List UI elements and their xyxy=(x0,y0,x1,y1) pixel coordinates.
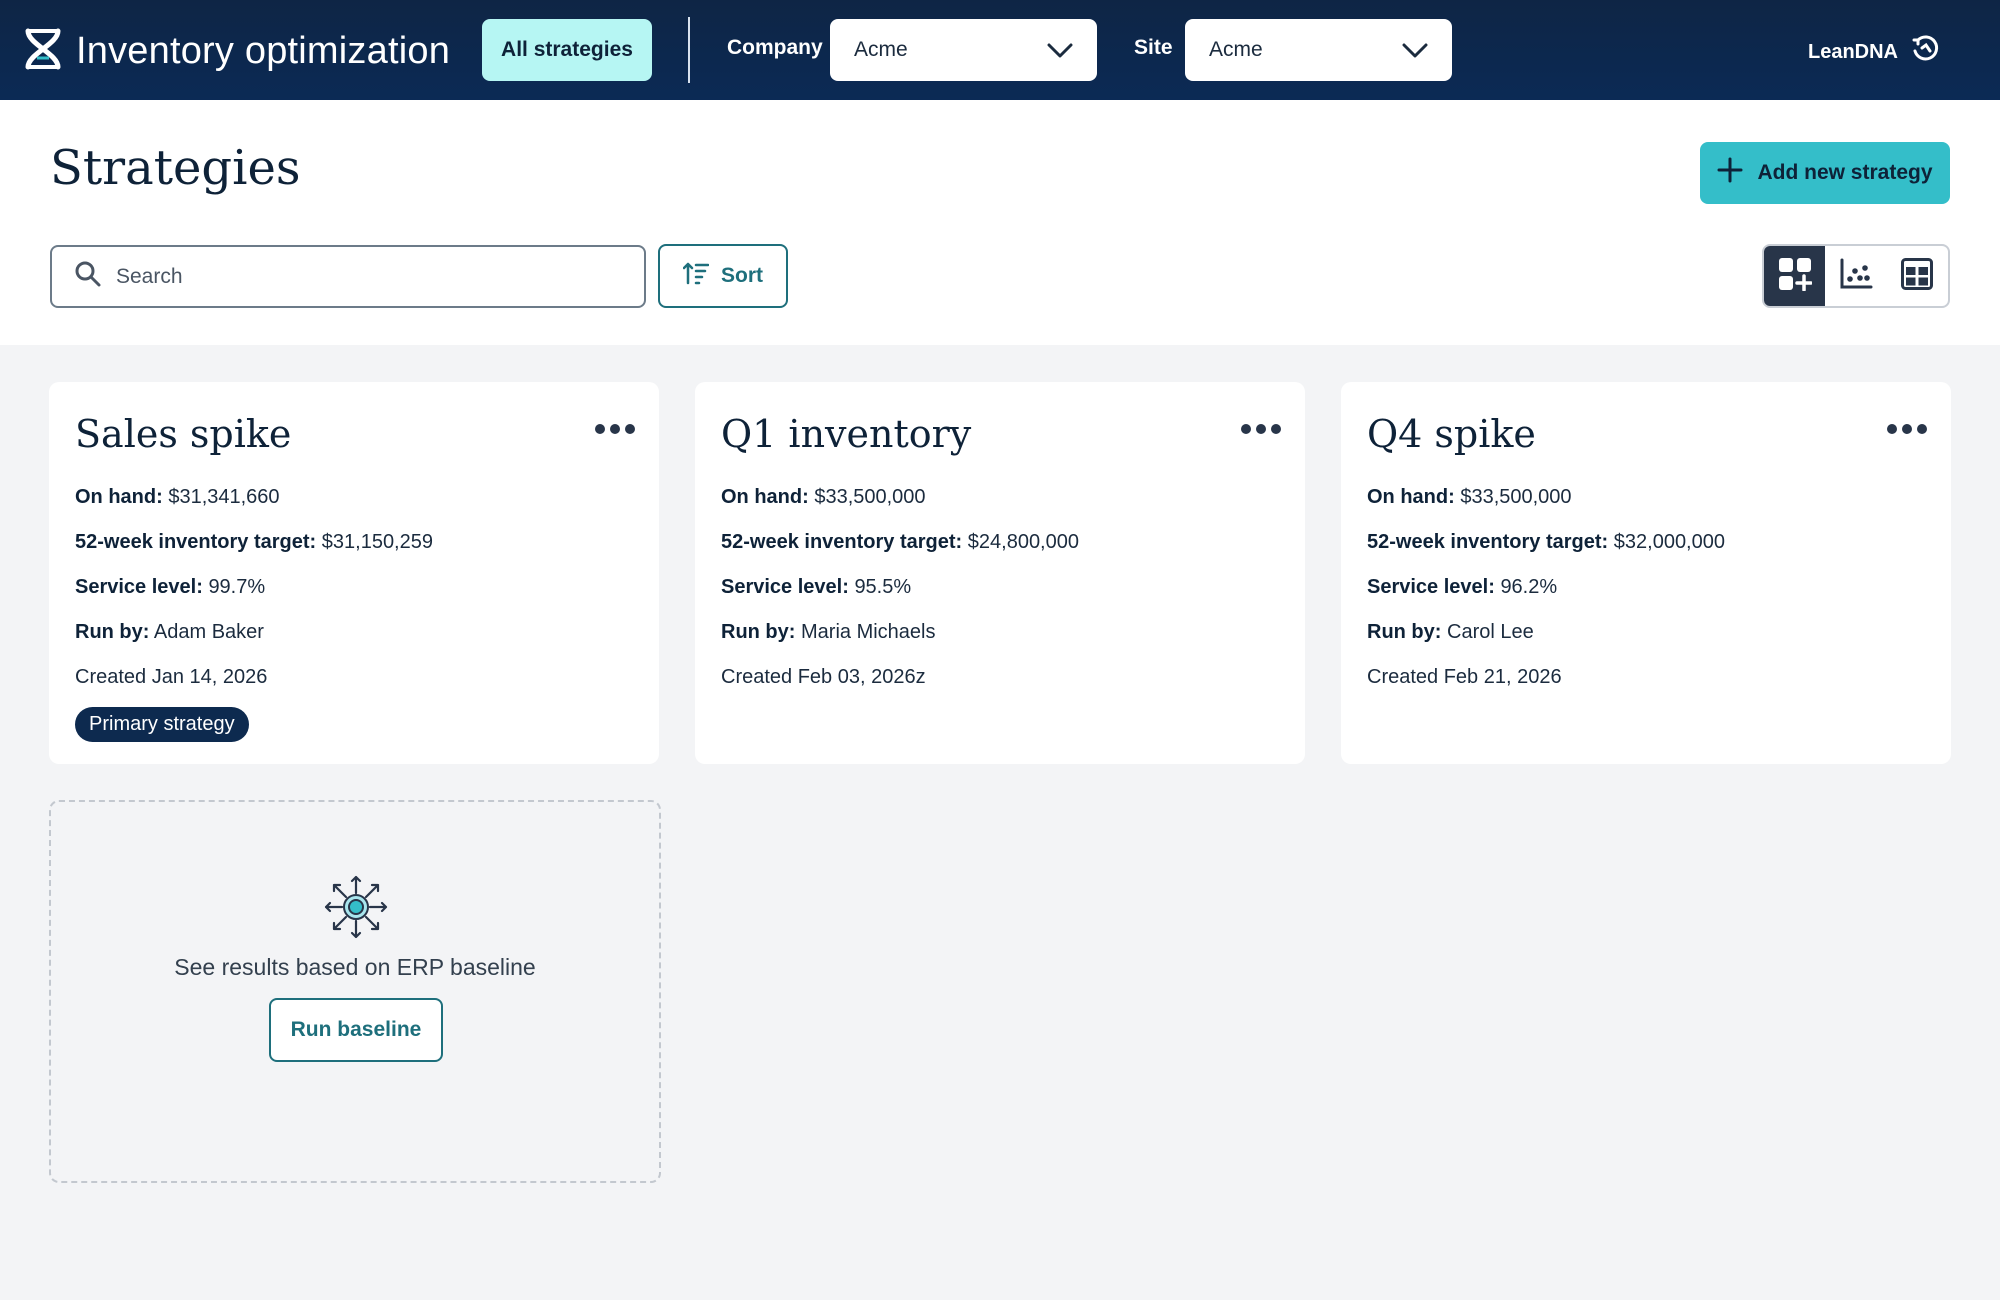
on-hand-row: On hand: $33,500,000 xyxy=(721,485,1279,509)
run-by-value: Carol Lee xyxy=(1447,621,1534,643)
sort-button[interactable]: Sort xyxy=(658,244,788,308)
tab-all-strategies[interactable]: All strategies xyxy=(482,19,652,81)
target-value: $31,150,259 xyxy=(321,531,433,553)
add-new-strategy-label: Add new strategy xyxy=(1757,161,1933,184)
run-by-row: Run by: Carol Lee xyxy=(1367,620,1925,644)
search-icon xyxy=(74,260,102,293)
page-header: Strategies Add new strategy Sort xyxy=(0,100,2000,345)
on-hand-row: On hand: $31,341,660 xyxy=(75,485,633,509)
erp-baseline-card: See results based on ERP baseline Run ba… xyxy=(49,800,661,1183)
service-level-label: Service level: xyxy=(721,576,849,598)
on-hand-label: On hand: xyxy=(1367,486,1455,508)
service-level-value: 95.5% xyxy=(854,576,912,598)
strategy-name: Sales spike xyxy=(75,412,292,456)
table-view-button[interactable] xyxy=(1887,246,1948,306)
target-value: $32,000,000 xyxy=(1613,531,1725,553)
scatter-view-button[interactable] xyxy=(1825,246,1886,306)
on-hand-label: On hand: xyxy=(75,486,163,508)
run-baseline-button[interactable]: Run baseline xyxy=(269,998,443,1062)
company-select-value: Acme xyxy=(854,38,908,61)
target-label: 52-week inventory target: xyxy=(75,531,317,553)
target-row: 52-week inventory target: $31,150,259 xyxy=(75,530,633,554)
leandna-label: LeanDNA xyxy=(1807,40,1898,63)
leandna-account-link[interactable]: LeanDNA xyxy=(1808,34,1940,70)
company-label: Company xyxy=(727,36,823,59)
service-level-label: Service level: xyxy=(1367,576,1495,598)
strategy-card[interactable]: Q1 inventory On hand: $33,500,000 52-wee… xyxy=(695,382,1305,764)
on-hand-value: $33,500,000 xyxy=(814,486,926,508)
run-by-label: Run by: xyxy=(721,621,796,643)
dna-logo-icon xyxy=(24,28,62,75)
created-date: Created Feb 03, 2026z xyxy=(721,666,926,688)
service-level-row: Service level: 99.7% xyxy=(75,575,633,599)
service-level-value: 99.7% xyxy=(208,576,266,598)
grid-view-button[interactable] xyxy=(1764,246,1826,306)
target-label: 52-week inventory target: xyxy=(721,531,963,553)
divider xyxy=(688,17,690,83)
strategy-name: Q4 spike xyxy=(1367,412,1536,456)
strategy-name: Q1 inventory xyxy=(721,412,972,456)
on-hand-row: On hand: $33,500,000 xyxy=(1367,485,1925,509)
primary-strategy-badge: Primary strategy xyxy=(75,707,249,742)
target-row: 52-week inventory target: $32,000,000 xyxy=(1367,530,1925,554)
brand[interactable]: Inventory optimization xyxy=(24,28,450,75)
run-by-label: Run by: xyxy=(1367,621,1442,643)
chevron-down-icon xyxy=(1402,38,1428,68)
sort-icon xyxy=(682,261,710,291)
grid-add-icon xyxy=(1778,257,1813,296)
more-options-icon[interactable] xyxy=(1887,422,1927,440)
more-options-icon[interactable] xyxy=(595,422,635,440)
table-icon xyxy=(1901,257,1934,295)
strategy-card[interactable]: Q4 spike On hand: $33,500,000 52-week in… xyxy=(1341,382,1951,764)
plus-icon xyxy=(1717,157,1743,189)
company-select[interactable]: Acme xyxy=(830,19,1097,81)
run-by-row: Run by: Maria Michaels xyxy=(721,620,1279,644)
app-title: Inventory optimization xyxy=(76,30,451,72)
search-input[interactable] xyxy=(116,264,596,289)
run-by-value: Maria Michaels xyxy=(801,621,936,643)
service-level-row: Service level: 96.2% xyxy=(1367,575,1925,599)
site-label: Site xyxy=(1134,36,1173,59)
sort-label: Sort xyxy=(721,264,763,287)
run-by-label: Run by: xyxy=(75,621,150,643)
search-box[interactable] xyxy=(50,245,646,308)
service-level-label: Service level: xyxy=(75,576,203,598)
created-date: Created Feb 21, 2026 xyxy=(1367,666,1562,688)
strategy-card[interactable]: Sales spike On hand: $31,341,660 52-week… xyxy=(49,382,659,764)
service-level-value: 96.2% xyxy=(1500,576,1558,598)
view-mode-toggle xyxy=(1762,244,1950,308)
service-level-row: Service level: 95.5% xyxy=(721,575,1279,599)
scatter-plot-icon xyxy=(1839,258,1873,295)
top-bar: Inventory optimization All strategies Co… xyxy=(0,0,2000,100)
add-new-strategy-button[interactable]: Add new strategy xyxy=(1700,142,1950,204)
target-value: $24,800,000 xyxy=(967,531,1079,553)
chevron-down-icon xyxy=(1047,38,1073,68)
target-label: 52-week inventory target: xyxy=(1367,531,1609,553)
more-options-icon[interactable] xyxy=(1241,422,1281,440)
created-date: Created Jan 14, 2026 xyxy=(75,666,268,688)
on-hand-value: $31,341,660 xyxy=(168,486,280,508)
on-hand-label: On hand: xyxy=(721,486,809,508)
target-row: 52-week inventory target: $24,800,000 xyxy=(721,530,1279,554)
site-select-value: Acme xyxy=(1209,38,1263,61)
page-title: Strategies xyxy=(50,140,301,196)
run-by-row: Run by: Adam Baker xyxy=(75,620,633,644)
site-select[interactable]: Acme xyxy=(1185,19,1452,81)
run-by-value: Adam Baker xyxy=(153,621,264,643)
leandna-logo-icon xyxy=(1910,34,1940,70)
baseline-description: See results based on ERP baseline xyxy=(174,954,536,980)
expand-hub-icon xyxy=(323,874,389,945)
on-hand-value: $33,500,000 xyxy=(1460,486,1572,508)
